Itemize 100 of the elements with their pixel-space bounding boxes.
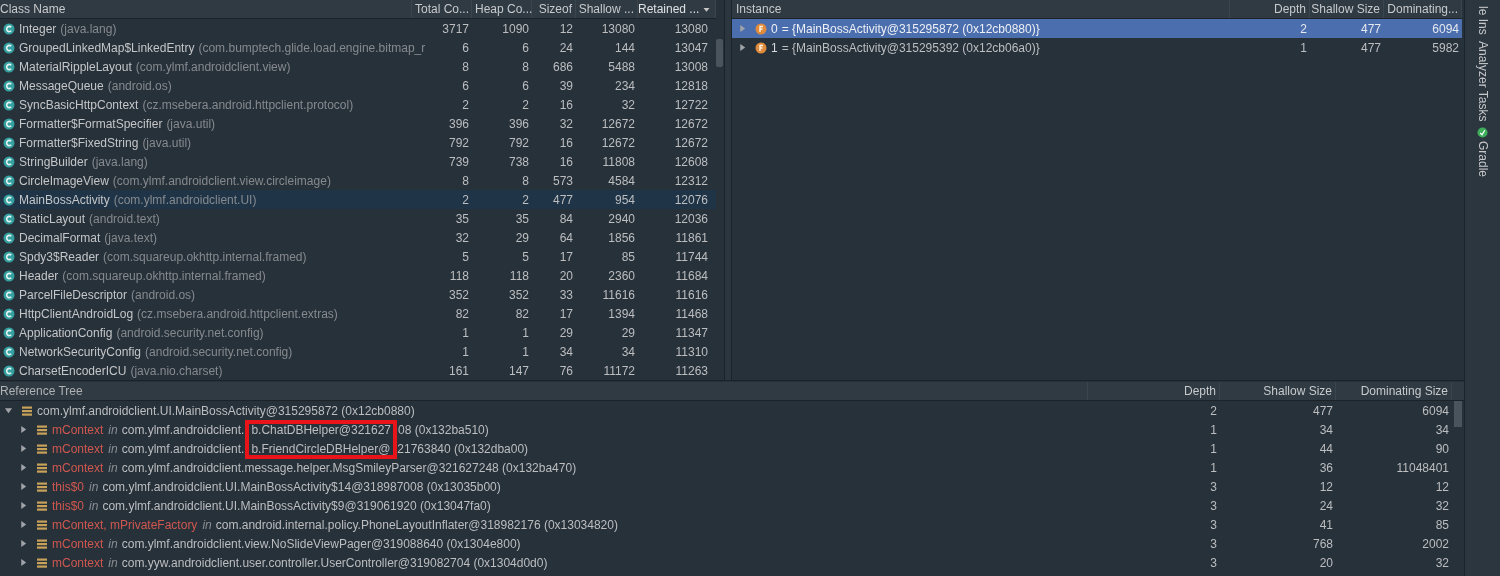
table-row[interactable]: Formatter$FormatSpecifier (java.util) 396 396 32 12672 12672 [0, 114, 716, 133]
tree-row[interactable]: mContext in com.ylmf.androidclient.message.helper.MsgSmileyParser@321627248 (0x132ba470) 1 36 11048401 [0, 458, 1452, 477]
table-cell-text: 1090 [501, 20, 530, 38]
table-cell-text: 2 [1299, 20, 1308, 38]
table-row[interactable]: SyncBasicHttpContext (cz.msebera.android.httpclient.protocol) 2 2 16 32 12722 [0, 95, 716, 114]
column-header[interactable]: Class Name [0, 0, 412, 18]
expand-arrow-icon[interactable] [19, 539, 28, 548]
table-row[interactable]: StringBuilder (java.lang) 739 738 16 11808 12608 [0, 152, 716, 171]
table-cell-text: 1 [1209, 421, 1218, 439]
class-icon [3, 155, 15, 168]
class-icon [3, 79, 15, 92]
reference-text: com.ylmf.androidclient. [121, 441, 245, 456]
instance-row[interactable]: 0 = {MainBossActivity@315295872 (0x12cb0880)} 2 477 6094 [732, 19, 1462, 38]
field-name: this$0 [52, 479, 85, 494]
table-row[interactable]: Spdy3$Reader (com.squareup.okhttp.internal.framed) 5 5 17 85 11744 [0, 247, 716, 266]
tool-window-tab[interactable]: Analyzer Tasks [1475, 40, 1490, 122]
tree-row[interactable]: this$0 in com.ylmf.androidclient.UI.MainBossActivity$9@319061920 (0x13047fa0) 3 24 32 [0, 496, 1452, 515]
tree-row[interactable]: com.ylmf.androidclient.UI.MainBossActivity@315295872 (0x12cb0880) 2 477 6094 [0, 401, 1452, 420]
expand-arrow-icon[interactable] [19, 520, 28, 529]
tool-window-tab[interactable]: le Ins [1475, 6, 1490, 35]
package-name: (java.lang) [91, 154, 148, 169]
tool-window-tab[interactable]: Gradle [1475, 127, 1490, 178]
table-row[interactable]: CircleImageView (com.ylmf.androidclient.view.circleimage) 8 8 573 4584 12312 [0, 171, 716, 190]
table-row[interactable]: ApplicationConfig (android.security.net.config) 1 1 29 29 11347 [0, 323, 716, 342]
table-cell-text: 32 [620, 96, 636, 114]
reference-text: com.ylmf.androidclient.UI.MainBossActivity@315295872 (0x12cb0880) [37, 403, 415, 418]
scrollbar-thumb[interactable] [716, 39, 723, 67]
column-header[interactable]: Shallow ... [576, 0, 638, 18]
table-cell-text: 32 [454, 229, 470, 247]
tree-row[interactable]: this$0 in com.ylmf.androidclient.UI.MainBossActivity$14@318987008 (0x13035b00) 3 12 12 [0, 477, 1452, 496]
tree-row[interactable]: mContext, mPrivateFactory in com.android.internal.policy.PhoneLayoutInflater@318982176 (0x13034820) 3 41 85 [0, 515, 1452, 534]
column-header[interactable]: Sizeof [532, 0, 576, 18]
expand-arrow-icon[interactable] [19, 558, 28, 567]
panel-title: Reference Tree [0, 382, 1088, 400]
table-row[interactable]: ParcelFileDescriptor (android.os) 352 352 33 11616 11616 [0, 285, 716, 304]
reference-text: com.yyw.androidclient.user.controller.UserController@319082704 (0x1304d0d0) [121, 555, 548, 570]
class-icon [3, 345, 15, 358]
table-cell-text: 11310 [674, 343, 709, 361]
class-name: GroupedLinkedMap$LinkedEntry [19, 40, 195, 55]
table-cell-text: 13008 [673, 58, 709, 76]
table-row[interactable]: Formatter$FixedString (java.util) 792 792 16 12672 12672 [0, 133, 716, 152]
tree-row[interactable]: mContext in com.ylmf.androidclient.view.NoSlideViewPager@319088640 (0x1304e800) 3 768 2002 [0, 534, 1452, 553]
expand-arrow-icon[interactable] [19, 463, 28, 472]
column-header[interactable]: Depth [1088, 382, 1220, 400]
column-header[interactable]: Retained ... [638, 0, 716, 18]
table-cell-text: 234 [613, 77, 636, 95]
expand-arrow-icon[interactable] [19, 501, 28, 510]
class-name: HttpClientAndroidLog [19, 306, 134, 321]
table-cell-text: 12 [1434, 478, 1450, 496]
table-cell-text: 13080 [600, 20, 636, 38]
tree-row[interactable]: mContext in com.ylmf.androidclient. b.ChatDBHelper@321627 08 (0x132ba510) 1 34 34 [0, 420, 1452, 439]
table-row[interactable]: Header (com.squareup.okhttp.internal.framed) 118 118 20 2360 11684 [0, 266, 716, 285]
expand-arrow-icon[interactable] [738, 43, 747, 52]
reference-text: com.ylmf.androidclient.message.helper.MsgSmileyParser@321627248 (0x132ba470) [121, 460, 577, 475]
column-header[interactable]: Depth [1230, 0, 1310, 18]
column-header[interactable]: Heap Co... [472, 0, 532, 18]
class-icon [3, 98, 15, 111]
table-row[interactable]: CharsetEncoderICU (java.nio.charset) 161 147 76 11172 11263 [0, 361, 716, 380]
table-row[interactable]: StaticLayout (android.text) 35 35 84 2940 12036 [0, 209, 716, 228]
column-header[interactable]: Shallow Size [1310, 0, 1384, 18]
table-cell-text: 90 [1434, 440, 1450, 458]
column-header[interactable]: Shallow Size [1220, 382, 1336, 400]
table-row[interactable]: Integer (java.lang) 3717 1090 12 13080 13080 [0, 19, 716, 38]
table-cell-text: 3 [1209, 497, 1218, 515]
collapse-arrow-icon[interactable] [4, 406, 13, 415]
table-row[interactable]: HttpClientAndroidLog (cz.msebera.android.httpclient.extras) 82 82 17 1394 11468 [0, 304, 716, 323]
tree-row[interactable]: mContext in com.yyw.androidclient.user.controller.UserController@319082704 (0x1304d0d0) 3 20 32 [0, 553, 1452, 572]
table-cell-text: 2 [461, 96, 470, 114]
table-row[interactable]: MaterialRippleLayout (com.ylmf.androidclient.view) 8 8 686 5488 13008 [0, 57, 716, 76]
package-name: (android.security.net.config) [116, 325, 264, 340]
table-cell-text: 11347 [674, 324, 709, 342]
table-cell-text: 1 [1209, 440, 1218, 458]
table-row[interactable]: GroupedLinkedMap$LinkedEntry (com.bumptech.glide.load.engine.bitmap_r 6 6 24 144 13047 [0, 38, 716, 57]
table-row[interactable]: MessageQueue (android.os) 6 6 39 234 12818 [0, 76, 716, 95]
table-cell-text: 29 [620, 324, 636, 342]
expand-arrow-icon[interactable] [19, 444, 28, 453]
table-cell-text: 3 [1209, 478, 1218, 496]
table-cell-text: 11172 [602, 362, 636, 380]
table-cell-text: 4584 [607, 172, 636, 190]
field-name: mContext [52, 441, 104, 456]
table-cell-text: 477 [551, 191, 574, 209]
column-header[interactable]: Dominating... [1384, 0, 1462, 18]
object-icon [36, 442, 48, 455]
column-header[interactable]: Total Co... [412, 0, 472, 18]
tree-row[interactable]: mContext in com.ylmf.androidclient. b.FriendCircleDBHelper@ 21763840 (0x132dba00) 1 44 90 [0, 439, 1452, 458]
table-row[interactable]: DecimalFormat (java.text) 32 29 64 1856 11861 [0, 228, 716, 247]
column-header[interactable]: Dominating Size [1336, 382, 1452, 400]
table-row[interactable]: NetworkSecurityConfig (android.security.net.config) 1 1 34 34 11310 [0, 342, 716, 361]
field-icon [755, 41, 767, 54]
table-row[interactable]: MainBossActivity (com.ylmf.androidclient.UI) 2 2 477 954 12076 [0, 190, 716, 209]
expand-arrow-icon[interactable] [19, 425, 28, 434]
field-icon [755, 22, 767, 35]
class-icon [3, 269, 15, 282]
column-header[interactable]: Instance [732, 0, 1230, 18]
expand-arrow-icon[interactable] [19, 482, 28, 491]
class-icon [3, 364, 15, 377]
object-icon [36, 423, 48, 436]
instance-row[interactable]: 1 = {MainBossActivity@315295392 (0x12cb06a0)} 1 477 5982 [732, 38, 1462, 57]
instance-index: 0 [771, 21, 778, 36]
package-name: (com.bumptech.glide.load.engine.bitmap_r [198, 40, 426, 55]
